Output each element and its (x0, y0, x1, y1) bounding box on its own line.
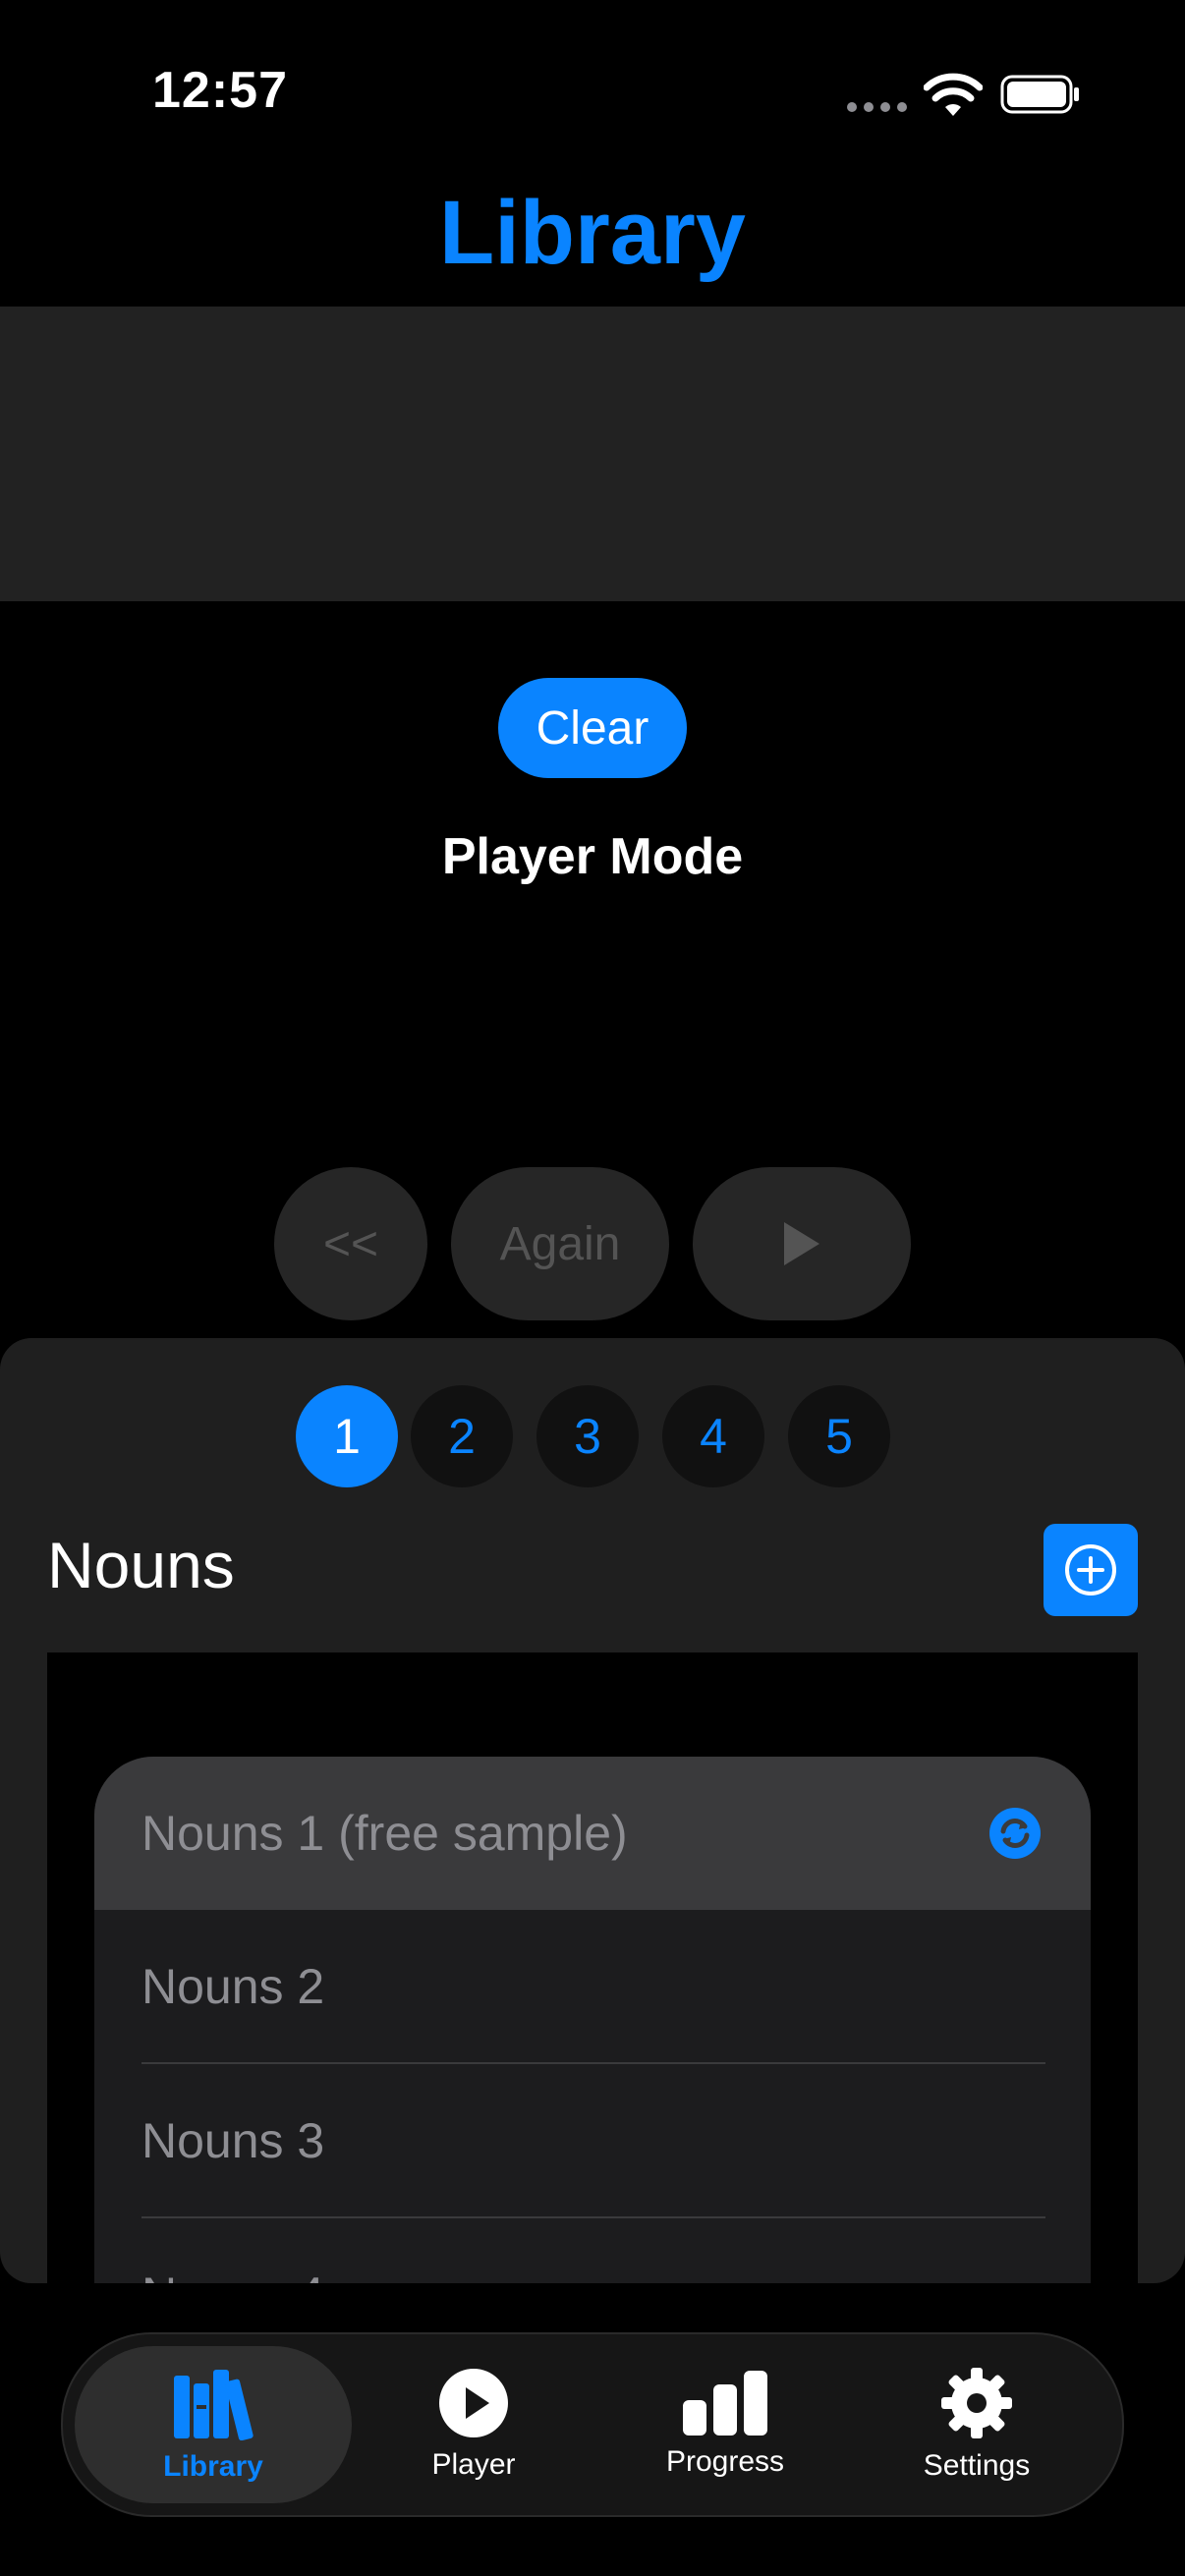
list-item[interactable]: Nouns 3 (94, 2064, 1091, 2217)
again-button[interactable]: Again (451, 1167, 669, 1320)
cellular-signal-icon (847, 102, 907, 112)
wifi-icon (924, 73, 983, 116)
list-item-label: Nouns 1 (free sample) (141, 1806, 628, 1861)
gear-icon (941, 2368, 1012, 2438)
play-circle-icon (439, 2369, 508, 2437)
add-button[interactable] (1044, 1524, 1138, 1616)
deck-list: Nouns 1 (free sample) Nouns 2 Nouns 3 No… (47, 1652, 1138, 2283)
plus-circle-icon (1065, 1544, 1116, 1596)
clear-button[interactable]: Clear (498, 678, 687, 778)
page-button-3[interactable]: 3 (536, 1385, 639, 1487)
page-button-5[interactable]: 5 (788, 1385, 890, 1487)
tab-label: Progress (665, 2445, 785, 2478)
play-icon (784, 1222, 819, 1265)
tab-settings[interactable]: Settings (869, 2346, 1085, 2503)
tab-library[interactable]: Library (75, 2346, 352, 2503)
player-mode-label: Player Mode (441, 828, 744, 885)
battery-icon (1000, 75, 1079, 114)
bar-chart-icon (683, 2371, 767, 2436)
list-item-label: Nouns 4 (141, 2267, 324, 2283)
tab-bar: Library Player Progress Settings (61, 2332, 1124, 2517)
content-banner (0, 307, 1185, 601)
tab-label: Player (431, 2448, 516, 2481)
play-button[interactable] (693, 1167, 911, 1320)
list-item[interactable]: Nouns 1 (free sample) (94, 1757, 1091, 1910)
sync-icon[interactable] (988, 1807, 1042, 1860)
status-time: 12:57 (152, 62, 288, 119)
tab-label: Settings (923, 2449, 1031, 2482)
list-item[interactable]: Nouns 4 (94, 2218, 1091, 2283)
tab-progress[interactable]: Progress (617, 2346, 833, 2503)
list-item-label: Nouns 3 (141, 2113, 325, 2168)
books-icon (174, 2370, 254, 2440)
page-button-4[interactable]: 4 (662, 1385, 764, 1487)
section-title: Nouns (47, 1529, 235, 1601)
tab-label: Library (163, 2450, 263, 2483)
page-button-2[interactable]: 2 (411, 1385, 513, 1487)
previous-button[interactable]: << (274, 1167, 427, 1320)
page-button-1[interactable]: 1 (296, 1385, 398, 1487)
tab-player[interactable]: Player (375, 2346, 572, 2503)
page-title: Library (439, 183, 746, 283)
list-item[interactable]: Nouns 2 (94, 1910, 1091, 2063)
list-item-label: Nouns 2 (141, 1959, 325, 2014)
